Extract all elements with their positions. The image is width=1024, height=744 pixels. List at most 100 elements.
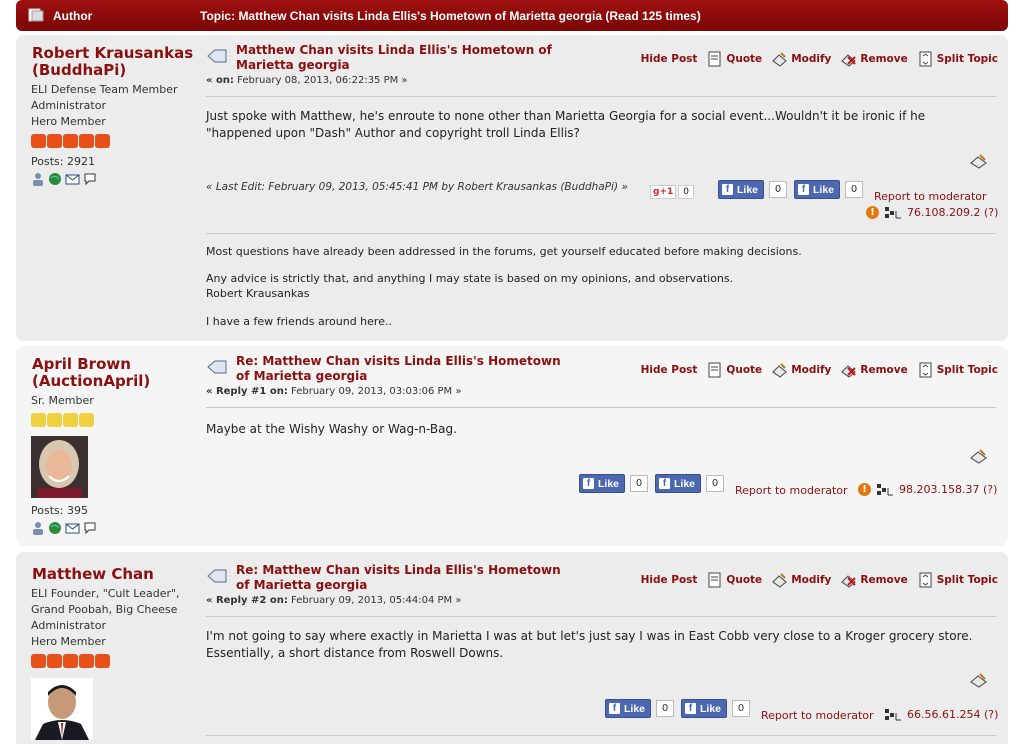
post-date: « on: February 08, 2013, 06:22:35 PM » xyxy=(206,75,408,86)
remove-icon xyxy=(841,54,857,67)
post-actions: Hide Post Quote Modify Remove Split Topi… xyxy=(641,362,998,378)
poster-info: ELI Founder, "Cult Leader", Grand Poobah… xyxy=(31,586,180,650)
message-icon xyxy=(207,360,227,374)
facebook-icon: f xyxy=(659,478,670,489)
personal-message-icon[interactable] xyxy=(83,521,97,535)
author-column-label: Author xyxy=(53,9,93,23)
member-title: ELI Founder, "Cult Leader", xyxy=(31,587,180,600)
post-body: Just spoke with Matthew, he's enroute to… xyxy=(206,109,926,140)
profile-icons xyxy=(31,172,97,186)
profile-icon[interactable] xyxy=(31,172,45,186)
topic-icon xyxy=(28,8,44,22)
signature-divider xyxy=(206,735,996,736)
post-2: April Brown (AuctionApril) Sr. Member Po… xyxy=(16,346,1008,546)
rank-stars xyxy=(31,413,94,427)
member-rank: Hero Member xyxy=(31,635,106,648)
hide-post-button[interactable]: Hide Post xyxy=(641,364,698,376)
modify-icon xyxy=(772,573,787,588)
post-divider xyxy=(206,96,996,97)
ip-address: 66.56.61.254 (?) xyxy=(884,708,998,721)
poster-name[interactable]: Matthew Chan xyxy=(32,566,202,583)
report-to-moderator-link[interactable]: Report to moderator xyxy=(735,484,848,497)
google-plus-button[interactable]: g+1 0 xyxy=(650,185,694,199)
email-icon[interactable] xyxy=(65,172,80,186)
post-subject[interactable]: Re: Matthew Chan visits Linda Ellis's Ho… xyxy=(236,354,576,384)
facebook-like-2[interactable]: f Like 0 xyxy=(794,180,864,199)
quick-quote-icon[interactable] xyxy=(970,672,988,688)
hide-post-button[interactable]: Hide Post xyxy=(641,53,698,65)
poster-name[interactable]: April Brown (AuctionApril) xyxy=(32,356,202,390)
modify-icon xyxy=(772,363,787,378)
personal-message-icon[interactable] xyxy=(83,172,97,186)
posts-count: Posts: 395 xyxy=(31,504,88,517)
report-to-moderator-link[interactable]: Report to moderator xyxy=(761,709,874,722)
warning-icon[interactable]: ! xyxy=(858,483,871,496)
member-title-2: Grand Poobah, Big Cheese xyxy=(31,603,178,616)
poster-name[interactable]: Robert Krausankas (BuddhaPi) xyxy=(32,45,202,79)
ip-icon xyxy=(885,207,901,219)
split-topic-icon xyxy=(919,572,932,588)
topic-title: Topic: Matthew Chan visits Linda Ellis's… xyxy=(200,9,701,23)
email-icon[interactable] xyxy=(65,521,80,535)
quote-button[interactable]: Quote xyxy=(707,362,762,378)
avatar xyxy=(31,678,93,740)
post-date: « Reply #1 on: February 09, 2013, 03:03:… xyxy=(206,386,462,397)
ip-address: ! 76.108.209.2 (?) xyxy=(866,206,998,219)
facebook-like-2[interactable]: f Like 0 xyxy=(681,699,751,718)
quote-button[interactable]: Quote xyxy=(707,51,762,67)
member-rank: Hero Member xyxy=(31,115,106,128)
posts-count: Posts: 2921 xyxy=(31,155,95,168)
quote-button[interactable]: Quote xyxy=(707,572,762,588)
quick-quote-icon[interactable] xyxy=(970,153,988,169)
signature-divider xyxy=(206,233,996,234)
modify-button[interactable]: Modify xyxy=(772,51,831,67)
profile-icon[interactable] xyxy=(31,521,45,535)
poster-info: ELI Defense Team Member Administrator He… xyxy=(31,82,177,130)
remove-button[interactable]: Remove xyxy=(841,51,908,67)
facebook-like-2[interactable]: f Like 0 xyxy=(655,474,725,493)
post-actions: Hide Post Quote Modify Remove Split Topi… xyxy=(641,572,998,588)
post-1: Robert Krausankas (BuddhaPi) ELI Defense… xyxy=(16,35,1008,341)
quote-icon xyxy=(708,51,721,67)
post-subject[interactable]: Matthew Chan visits Linda Ellis's Hometo… xyxy=(236,43,606,73)
member-group: ELI Defense Team Member xyxy=(31,83,178,96)
message-icon xyxy=(207,569,227,583)
facebook-like-1[interactable]: f Like 0 xyxy=(605,699,675,718)
quote-icon xyxy=(708,572,721,588)
split-topic-icon xyxy=(919,362,932,378)
rank-stars xyxy=(31,134,110,148)
ip-address: ! 98.203.158.37 (?) xyxy=(858,483,997,496)
facebook-like-1[interactable]: f Like 0 xyxy=(579,474,649,493)
warning-icon[interactable]: ! xyxy=(866,206,879,219)
last-edit: « Last Edit: February 09, 2013, 05:45:41… xyxy=(206,181,628,193)
website-globe-icon[interactable] xyxy=(48,172,62,186)
post-actions: Hide Post Quote Modify Remove Split Topi… xyxy=(641,51,998,67)
modify-button[interactable]: Modify xyxy=(772,362,831,378)
post-subject[interactable]: Re: Matthew Chan visits Linda Ellis's Ho… xyxy=(236,563,576,593)
post-date: « Reply #2 on: February 09, 2013, 05:44:… xyxy=(206,595,462,606)
hide-post-button[interactable]: Hide Post xyxy=(641,574,698,586)
topic-header-bar: Author Topic: Matthew Chan visits Linda … xyxy=(16,0,1008,31)
split-topic-button[interactable]: Split Topic xyxy=(918,362,998,378)
remove-button[interactable]: Remove xyxy=(841,572,908,588)
remove-button[interactable]: Remove xyxy=(841,362,908,378)
quote-icon xyxy=(708,362,721,378)
post-body: Maybe at the Wishy Washy or Wag-n-Bag. xyxy=(206,422,457,436)
post-divider xyxy=(206,616,996,617)
profile-icons xyxy=(31,521,97,535)
report-to-moderator-link[interactable]: Report to moderator xyxy=(874,190,987,203)
member-role: Administrator xyxy=(31,619,106,632)
avatar xyxy=(31,436,88,498)
ip-icon xyxy=(885,709,901,721)
remove-icon xyxy=(841,365,857,378)
ip-icon xyxy=(877,484,893,496)
facebook-like-1[interactable]: f Like 0 xyxy=(718,180,788,199)
split-topic-button[interactable]: Split Topic xyxy=(918,572,998,588)
remove-icon xyxy=(841,575,857,588)
split-topic-button[interactable]: Split Topic xyxy=(918,51,998,67)
facebook-icon: f xyxy=(722,184,733,195)
website-globe-icon[interactable] xyxy=(48,521,62,535)
modify-button[interactable]: Modify xyxy=(772,572,831,588)
split-topic-icon xyxy=(919,51,932,67)
quick-quote-icon[interactable] xyxy=(970,448,988,464)
